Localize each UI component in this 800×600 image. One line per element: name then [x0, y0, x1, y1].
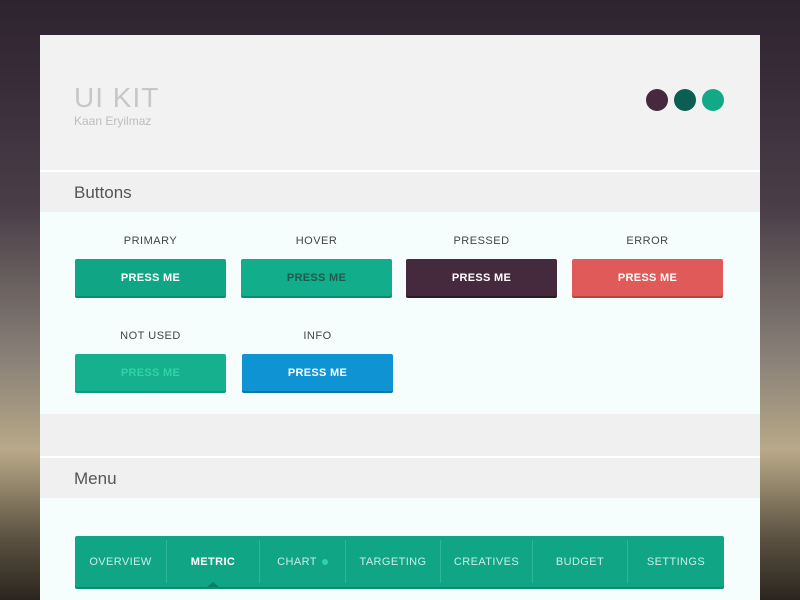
- info-button[interactable]: PRESS ME: [242, 354, 393, 391]
- author-name: Kaan Eryilmaz: [74, 114, 152, 128]
- menu-item-overview[interactable]: OVERVIEW: [75, 540, 167, 583]
- button-group-not-used: NOT USED PRESS ME: [75, 329, 226, 391]
- primary-button[interactable]: PRESS ME: [75, 259, 226, 296]
- menu-item-label: CREATIVES: [453, 555, 520, 568]
- buttons-section-title: Buttons: [74, 183, 132, 202]
- menu-item-label: TARGETING: [359, 555, 427, 568]
- nav-menu: OVERVIEW METRIC CHART TARGETING CREATIVE…: [75, 536, 724, 587]
- menu-item-metric[interactable]: METRIC: [167, 540, 260, 587]
- header: UI KIT Kaan Eryilmaz: [40, 35, 760, 170]
- menu-item-label: METRIC: [190, 555, 236, 568]
- button-group-primary: PRIMARY PRESS ME: [75, 234, 226, 296]
- page-title: UI KIT: [74, 82, 160, 113]
- menu-item-targeting[interactable]: TARGETING: [346, 540, 441, 583]
- menu-item-label: BUDGET: [555, 555, 605, 568]
- menu-item-chart[interactable]: CHART: [260, 540, 346, 583]
- button-state-label: PRIMARY: [123, 235, 178, 247]
- hover-button[interactable]: PRESS ME: [241, 259, 392, 296]
- button-state-label: NOT USED: [120, 330, 181, 342]
- active-caret-icon: [207, 582, 219, 587]
- menu-section-title: Menu: [74, 469, 117, 488]
- button-state-label: INFO: [303, 330, 332, 342]
- menu-item-creatives[interactable]: CREATIVES: [441, 540, 533, 583]
- button-group-pressed: PRESSED PRESS ME: [406, 234, 557, 296]
- menu-section-header: Menu: [40, 456, 760, 498]
- buttons-section: PRIMARY PRESS ME HOVER PRESS ME PRESSED …: [40, 212, 760, 414]
- color-swatch-3: [702, 89, 724, 111]
- menu-item-label: OVERVIEW: [89, 555, 152, 568]
- error-button[interactable]: PRESS ME: [572, 259, 723, 296]
- button-group-info: INFO PRESS ME: [242, 329, 393, 391]
- menu-item-budget[interactable]: BUDGET: [533, 540, 628, 583]
- buttons-section-header: Buttons: [40, 170, 760, 212]
- color-swatch-2: [674, 89, 696, 111]
- button-group-error: ERROR PRESS ME: [572, 234, 723, 296]
- button-state-label: ERROR: [626, 235, 669, 247]
- color-swatches: [646, 89, 724, 111]
- menu-item-label: SETTINGS: [646, 555, 706, 568]
- section-spacer: [40, 414, 760, 456]
- menu-item-settings[interactable]: SETTINGS: [628, 540, 724, 583]
- button-group-hover: HOVER PRESS ME: [241, 234, 392, 296]
- notification-dot-icon: [321, 558, 328, 565]
- not-used-button[interactable]: PRESS ME: [75, 354, 226, 391]
- pressed-button[interactable]: PRESS ME: [406, 259, 557, 296]
- color-swatch-1: [646, 89, 668, 111]
- menu-item-label: CHART: [277, 555, 317, 568]
- button-state-label: HOVER: [295, 235, 338, 247]
- button-state-label: PRESSED: [453, 235, 510, 247]
- ui-kit-card: UI KIT Kaan Eryilmaz Buttons PRIMARY PRE…: [40, 35, 760, 600]
